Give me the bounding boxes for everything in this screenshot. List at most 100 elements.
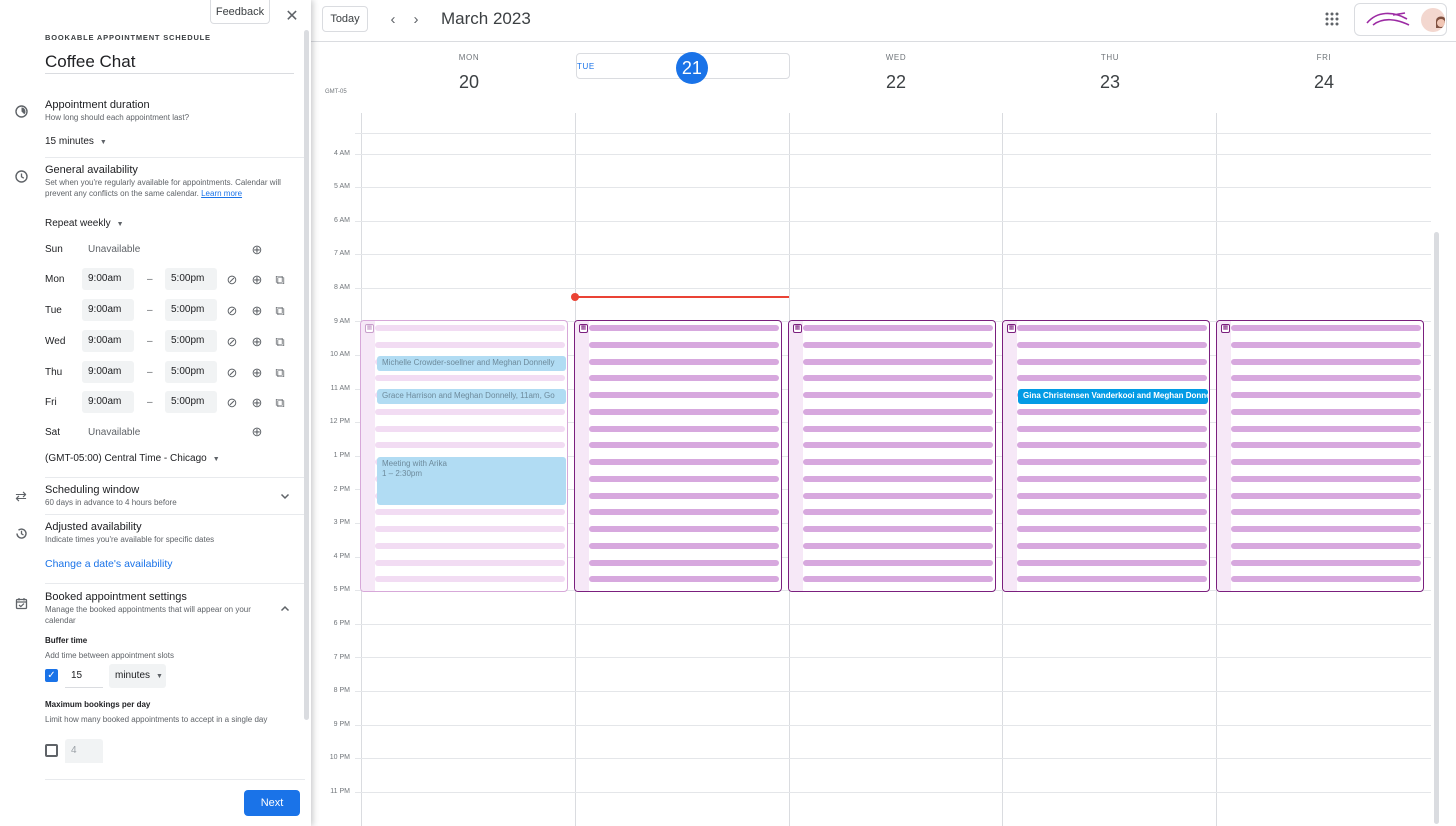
appointment-slot-strip[interactable] bbox=[803, 358, 993, 365]
appointment-slot-strip[interactable] bbox=[1231, 542, 1421, 549]
day-header-fri[interactable]: FRI 24 bbox=[1217, 53, 1431, 98]
duration-dropdown[interactable]: 15 minutes ▼ bbox=[45, 136, 107, 147]
appointment-slot-strip[interactable] bbox=[589, 425, 779, 432]
appointment-slot-strip[interactable] bbox=[803, 325, 993, 331]
block-icon[interactable]: ⊘ bbox=[224, 272, 240, 288]
appointment-slot-strip[interactable] bbox=[803, 459, 993, 465]
schedule-title-input[interactable]: Coffee Chat bbox=[45, 52, 294, 74]
appointment-slot-strip[interactable] bbox=[375, 375, 565, 382]
appointment-slot-strip[interactable] bbox=[375, 341, 565, 348]
add-time-icon[interactable]: ⊕ bbox=[249, 272, 265, 288]
appointment-slot-strip[interactable] bbox=[589, 559, 779, 566]
day-header-wed[interactable]: WED 22 bbox=[789, 53, 1003, 98]
appointment-slots-wed[interactable]: ▦ bbox=[788, 320, 996, 592]
appointment-slot-strip[interactable] bbox=[1231, 358, 1421, 365]
appointment-slot-strip[interactable] bbox=[1017, 341, 1207, 348]
next-week-icon[interactable]: › bbox=[408, 10, 424, 28]
close-icon[interactable]: ✕ bbox=[282, 6, 302, 26]
start-time-field[interactable]: 9:00am bbox=[82, 391, 134, 413]
start-time-field[interactable]: 9:00am bbox=[82, 361, 134, 383]
learn-more-link[interactable]: Learn more bbox=[201, 189, 242, 198]
appointment-slot-strip[interactable] bbox=[589, 542, 779, 549]
account-switcher[interactable] bbox=[1354, 3, 1447, 36]
appointment-slot-strip[interactable] bbox=[375, 526, 565, 532]
chevron-up-icon[interactable] bbox=[280, 604, 292, 616]
appointment-slot-strip[interactable] bbox=[1017, 492, 1207, 499]
appointment-slots-fri[interactable]: ▦ bbox=[1216, 320, 1424, 592]
appointment-slot-strip[interactable] bbox=[1017, 408, 1207, 415]
appointment-slot-strip[interactable] bbox=[1231, 459, 1421, 465]
add-time-icon[interactable]: ⊕ bbox=[249, 242, 265, 258]
appointment-slot-strip[interactable] bbox=[589, 526, 779, 532]
appointment-slot-strip[interactable] bbox=[1017, 375, 1207, 382]
panel-scrollbar[interactable] bbox=[304, 30, 309, 720]
appointment-slot-strip[interactable] bbox=[1231, 341, 1421, 348]
day-number[interactable]: 23 bbox=[1094, 66, 1126, 98]
day-header-thu[interactable]: THU 23 bbox=[1003, 53, 1217, 98]
grid-icon[interactable] bbox=[1323, 10, 1341, 28]
today-button[interactable]: Today bbox=[322, 6, 368, 32]
appointment-slot-strip[interactable] bbox=[803, 341, 993, 348]
event-chip[interactable]: Gina Christensen Vanderkooi and Meghan D… bbox=[1018, 389, 1208, 404]
appointment-slot-strip[interactable] bbox=[1017, 559, 1207, 566]
appointment-slot-strip[interactable] bbox=[589, 442, 779, 449]
calendar-scrollbar[interactable] bbox=[1434, 232, 1439, 824]
appointment-slot-strip[interactable] bbox=[589, 492, 779, 499]
appointment-slot-strip[interactable] bbox=[803, 526, 993, 532]
appointment-slot-strip[interactable] bbox=[1231, 526, 1421, 532]
appointment-slot-strip[interactable] bbox=[803, 492, 993, 499]
appointment-slot-strip[interactable] bbox=[803, 375, 993, 382]
appointment-slot-strip[interactable] bbox=[1231, 559, 1421, 566]
appointment-slot-strip[interactable] bbox=[1231, 408, 1421, 415]
day-number[interactable]: 24 bbox=[1308, 66, 1340, 98]
event-chip[interactable]: Grace Harrison and Meghan Donnelly, 11am… bbox=[377, 389, 566, 404]
copy-icon[interactable]: ⧉ bbox=[272, 334, 288, 350]
day-number[interactable]: 22 bbox=[880, 66, 912, 98]
appointment-slot-strip[interactable] bbox=[1231, 576, 1421, 583]
start-time-field[interactable]: 9:00am bbox=[82, 330, 134, 352]
prev-week-icon[interactable]: ‹ bbox=[385, 10, 401, 28]
appointment-slot-strip[interactable] bbox=[375, 542, 565, 549]
feedback-button[interactable]: Feedback bbox=[210, 0, 270, 24]
appointment-slot-strip[interactable] bbox=[589, 358, 779, 365]
buffer-unit-dropdown[interactable]: minutes ▼ bbox=[109, 664, 166, 688]
appointment-slot-strip[interactable] bbox=[1017, 325, 1207, 331]
event-chip[interactable]: Michelle Crowder-soellner and Meghan Don… bbox=[377, 356, 566, 371]
appointment-slot-strip[interactable] bbox=[803, 475, 993, 482]
day-number[interactable]: 20 bbox=[453, 66, 485, 98]
appointment-slot-strip[interactable] bbox=[1231, 425, 1421, 432]
appointment-slot-strip[interactable] bbox=[803, 425, 993, 432]
appointment-slot-strip[interactable] bbox=[589, 341, 779, 348]
timezone-dropdown[interactable]: (GMT-05:00) Central Time - Chicago ▼ bbox=[45, 453, 220, 464]
end-time-field[interactable]: 5:00pm bbox=[165, 361, 217, 383]
add-time-icon[interactable]: ⊕ bbox=[249, 424, 265, 440]
appointment-slot-strip[interactable] bbox=[1017, 425, 1207, 432]
chevron-down-icon[interactable] bbox=[280, 491, 292, 503]
end-time-field[interactable]: 5:00pm bbox=[165, 391, 217, 413]
appointment-slot-strip[interactable] bbox=[1017, 526, 1207, 532]
appointment-slot-strip[interactable] bbox=[375, 325, 565, 331]
appointment-slot-strip[interactable] bbox=[1017, 459, 1207, 465]
add-time-icon[interactable]: ⊕ bbox=[249, 334, 265, 350]
end-time-field[interactable]: 5:00pm bbox=[165, 268, 217, 290]
appointment-slot-strip[interactable] bbox=[1231, 392, 1421, 398]
copy-icon[interactable]: ⧉ bbox=[272, 303, 288, 319]
appointment-slot-strip[interactable] bbox=[589, 392, 779, 398]
appointment-slot-strip[interactable] bbox=[1231, 325, 1421, 331]
appointment-slots-tue[interactable]: ▦ bbox=[574, 320, 782, 592]
appointment-slot-strip[interactable] bbox=[375, 559, 565, 566]
appointment-slot-strip[interactable] bbox=[375, 442, 565, 449]
appointment-slot-strip[interactable] bbox=[589, 475, 779, 482]
appointment-slot-strip[interactable] bbox=[589, 576, 779, 583]
appointment-slot-strip[interactable] bbox=[1231, 375, 1421, 382]
appointment-slot-strip[interactable] bbox=[375, 425, 565, 432]
copy-icon[interactable]: ⧉ bbox=[272, 272, 288, 288]
appointment-slot-strip[interactable] bbox=[1017, 442, 1207, 449]
copy-icon[interactable]: ⧉ bbox=[272, 395, 288, 411]
appointment-slot-strip[interactable] bbox=[803, 408, 993, 415]
appointment-slot-strip[interactable] bbox=[589, 459, 779, 465]
appointment-slot-strip[interactable] bbox=[1231, 442, 1421, 449]
max-bookings-input[interactable]: 4 bbox=[65, 739, 103, 763]
add-time-icon[interactable]: ⊕ bbox=[249, 365, 265, 381]
appointment-slot-strip[interactable] bbox=[1017, 576, 1207, 583]
